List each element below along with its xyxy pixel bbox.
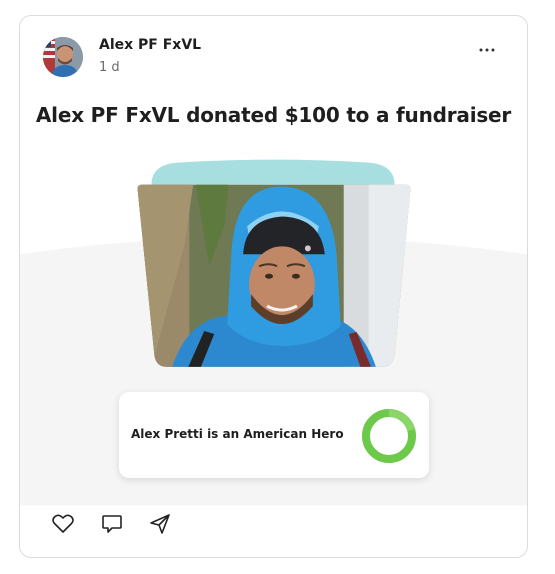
action-bar: [20, 504, 527, 557]
ellipsis-icon: [479, 48, 495, 52]
post-timestamp: 1 d: [99, 60, 120, 75]
avatar-photo: [43, 37, 83, 77]
send-icon: [150, 514, 170, 534]
fundraiser-photo: [137, 184, 411, 367]
comment-icon: [102, 515, 122, 533]
post-card: Alex PF FxVL 1 d Alex PF FxVL donated $1…: [19, 15, 528, 558]
post-header: Alex PF FxVL 1 d: [20, 16, 527, 96]
progress-ring: [362, 409, 416, 463]
more-options-button[interactable]: [473, 40, 501, 60]
fundraiser-card[interactable]: Alex Pretti is an American Hero: [119, 392, 429, 478]
like-button[interactable]: [49, 510, 77, 538]
heart-icon: [52, 514, 74, 533]
share-button[interactable]: [146, 510, 174, 538]
avatar[interactable]: [43, 37, 83, 77]
fundraiser-title[interactable]: Alex Pretti is an American Hero: [131, 427, 344, 441]
author-name[interactable]: Alex PF FxVL: [99, 37, 201, 53]
post-headline: Alex PF FxVL donated $100 to a fundraise…: [35, 103, 512, 127]
fundraiser-media: Alex Pretti is an American Hero: [20, 156, 527, 506]
comment-button[interactable]: [98, 510, 126, 538]
